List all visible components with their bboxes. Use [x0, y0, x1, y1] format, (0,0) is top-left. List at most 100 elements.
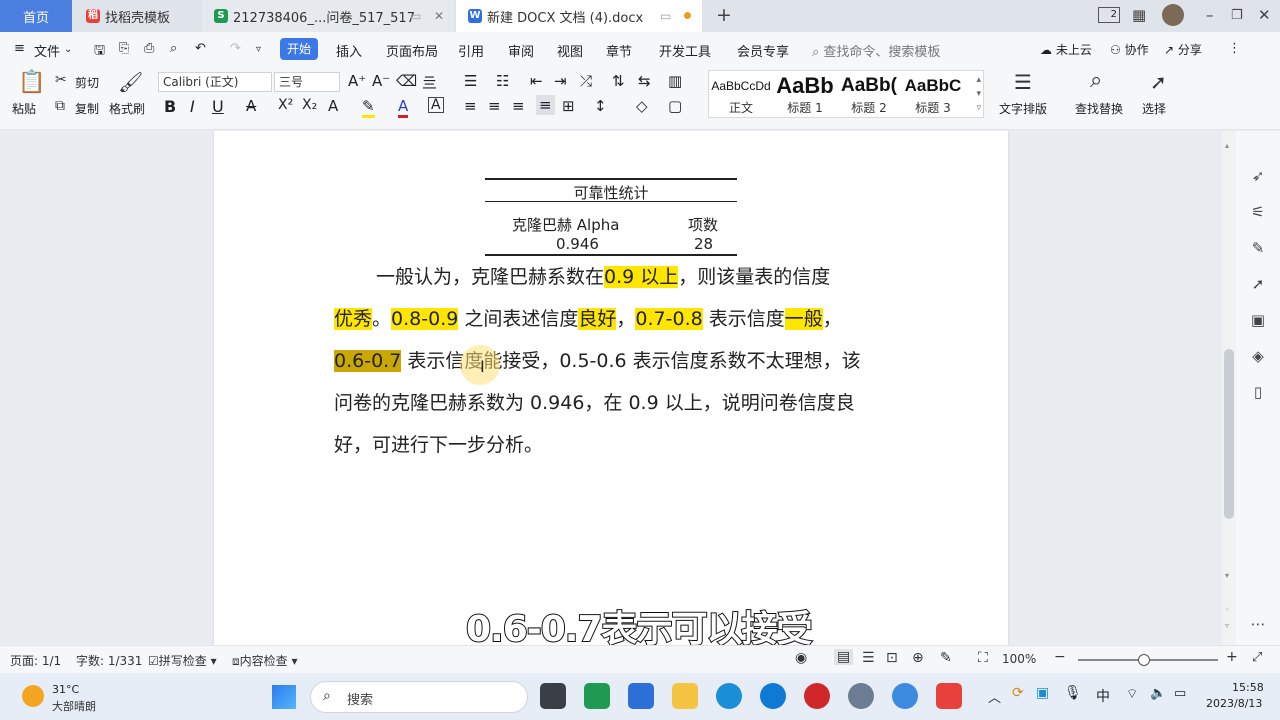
tab-template[interactable]: 稻 找稻壳模板: [74, 0, 200, 32]
window-icon[interactable]: ▭: [410, 9, 421, 23]
menu-page-layout[interactable]: 页面布局: [386, 41, 438, 60]
document-page[interactable]: 可靠性统计 克隆巴赫 Alpha 项数 0.946 28 一般认为，克隆巴赫系数…: [214, 131, 1008, 645]
search-command[interactable]: ⌕ 查找命令、搜索模板: [812, 41, 940, 60]
show-marks-icon[interactable]: ⇆: [638, 72, 651, 90]
find-replace-button[interactable]: 查找替换: [1075, 100, 1123, 117]
avatar[interactable]: [1162, 4, 1184, 26]
weather-icon[interactable]: [22, 685, 44, 707]
eye-icon[interactable]: ◉: [795, 650, 807, 666]
volume-icon[interactable]: 🔈: [1150, 686, 1166, 701]
tray-sync-icon[interactable]: ⟳: [1012, 685, 1024, 701]
distribute-icon[interactable]: ⊞: [562, 97, 575, 115]
menu-developer[interactable]: 开发工具: [659, 41, 711, 60]
window-icon[interactable]: ▭: [660, 9, 671, 23]
page-view-icon[interactable]: ▤: [834, 649, 854, 665]
content-check-button[interactable]: ⧈内容检查 ▾: [232, 652, 298, 669]
menu-view[interactable]: 视图: [557, 41, 583, 60]
vertical-scrollbar[interactable]: ▴ ▾ ◦ ▿: [1222, 131, 1236, 645]
redo-icon[interactable]: ↷: [230, 41, 241, 56]
settings-icon[interactable]: [848, 683, 874, 709]
spell-check-button[interactable]: ☑拼写检查 ▾: [148, 652, 217, 669]
decrease-indent-icon[interactable]: ⇤: [530, 72, 543, 90]
folder-icon[interactable]: [672, 683, 698, 709]
hamburger-icon[interactable]: ≡: [14, 41, 25, 56]
cloud-button[interactable]: ☁ 未上云: [1040, 41, 1092, 58]
sliders-icon[interactable]: ⚟: [1248, 203, 1268, 223]
save-icon[interactable]: 🖫: [94, 41, 105, 63]
align-left-icon[interactable]: ≡: [464, 97, 477, 115]
border-icon[interactable]: ▢: [668, 97, 682, 115]
magnifier-icon[interactable]: ⌕: [1090, 68, 1102, 93]
word-count[interactable]: 字数: 1/331: [76, 652, 142, 669]
export-icon[interactable]: ⎘: [119, 41, 129, 56]
task-view-icon[interactable]: [540, 683, 566, 709]
ime-indicator[interactable]: 中: [1096, 686, 1110, 706]
microphone-icon[interactable]: 🎙: [1064, 685, 1082, 701]
style-heading-2[interactable]: AaBb( 标题 2: [837, 71, 901, 117]
italic-icon[interactable]: I: [190, 97, 195, 116]
cursor-icon[interactable]: ➚: [1248, 275, 1268, 295]
store-icon[interactable]: [628, 683, 654, 709]
bullet-list-icon[interactable]: ☰: [464, 72, 477, 90]
tray-expand-icon[interactable]: ︿: [988, 687, 1001, 706]
increase-indent-icon[interactable]: ⇥: [554, 72, 567, 90]
subscript-icon[interactable]: X₂: [302, 97, 317, 113]
taskbar-search[interactable]: ⌕ 搜索: [310, 681, 528, 713]
pen-view-icon[interactable]: ✎: [940, 650, 952, 666]
zoom-out-icon[interactable]: −: [1054, 649, 1066, 665]
browser-icon[interactable]: [760, 683, 786, 709]
wps-icon[interactable]: [936, 683, 962, 709]
fullscreen-icon[interactable]: ⤢: [1252, 650, 1262, 665]
print-icon[interactable]: ⎙: [144, 41, 154, 56]
menu-member[interactable]: 会员专享: [737, 41, 789, 60]
more-options-icon[interactable]: ⋮: [1228, 41, 1241, 56]
justify-icon[interactable]: ≡: [536, 95, 555, 115]
line-spacing-icon[interactable]: ↕: [594, 97, 607, 115]
workspace-badge[interactable]: 2: [1098, 7, 1120, 23]
recorder-icon[interactable]: [804, 683, 830, 709]
more-icon[interactable]: ▿: [256, 44, 261, 55]
next-page-icon[interactable]: ▿: [1225, 621, 1229, 630]
wifi-icon[interactable]: ⌔: [1126, 686, 1138, 702]
sort-icon[interactable]: ⇅: [612, 72, 625, 90]
phonetic-icon[interactable]: 亖: [422, 72, 437, 93]
select-button[interactable]: 选择: [1142, 100, 1166, 117]
clock-time[interactable]: 15:58: [1232, 681, 1264, 694]
style-heading-1[interactable]: AaBb 标题 1: [773, 71, 837, 117]
web-view-icon[interactable]: ⊕: [912, 650, 924, 666]
scroll-down-icon[interactable]: ▾: [1225, 571, 1229, 580]
menu-chapter[interactable]: 章节: [606, 41, 632, 60]
align-center-icon[interactable]: ≡: [488, 97, 501, 115]
book-icon[interactable]: ▯: [1248, 383, 1268, 403]
menu-insert[interactable]: 插入: [336, 41, 362, 60]
clear-format-icon[interactable]: ⌫: [396, 72, 417, 90]
text-layout-icon[interactable]: ☰: [1014, 70, 1032, 94]
edge-icon[interactable]: [716, 683, 742, 709]
format-painter-icon[interactable]: 🖌: [118, 70, 143, 94]
font-size-select[interactable]: 三号: [274, 72, 340, 92]
table-grid-icon[interactable]: ▥: [668, 72, 682, 90]
close-icon[interactable]: ✕: [434, 9, 444, 23]
windows-start-icon[interactable]: [272, 685, 296, 709]
tab-document[interactable]: W 新建 DOCX 文档 (4).docx ▭: [456, 0, 702, 32]
network-app-icon[interactable]: [892, 683, 918, 709]
rocket-icon[interactable]: ➶: [1248, 167, 1268, 187]
numbered-list-icon[interactable]: ☷: [496, 72, 509, 90]
chevron-down-icon[interactable]: ⌄: [64, 44, 72, 55]
superscript-icon[interactable]: X²: [278, 97, 293, 113]
format-painter-button[interactable]: 格式刷: [109, 100, 145, 117]
document-canvas[interactable]: 可靠性统计 克隆巴赫 Alpha 项数 0.946 28 一般认为，克隆巴赫系数…: [0, 131, 1222, 645]
new-tab-button[interactable]: +: [716, 4, 732, 26]
fit-icon[interactable]: ⛶: [978, 650, 988, 666]
battery-icon[interactable]: ▭: [1174, 686, 1186, 701]
zoom-level[interactable]: 100%: [1002, 652, 1036, 666]
text-layout-button[interactable]: 文字排版: [999, 100, 1047, 117]
pen-icon[interactable]: ✎: [1248, 239, 1268, 259]
page-indicator[interactable]: 页面: 1/1: [10, 652, 61, 669]
file-menu[interactable]: 文件: [34, 41, 60, 60]
outline-view-icon[interactable]: ☰: [862, 650, 875, 666]
strikethrough-icon[interactable]: A: [246, 97, 256, 115]
zoom-slider-handle[interactable]: [1138, 654, 1150, 666]
font-color-icon[interactable]: A: [398, 97, 409, 118]
tab-home[interactable]: 首页: [0, 0, 72, 32]
